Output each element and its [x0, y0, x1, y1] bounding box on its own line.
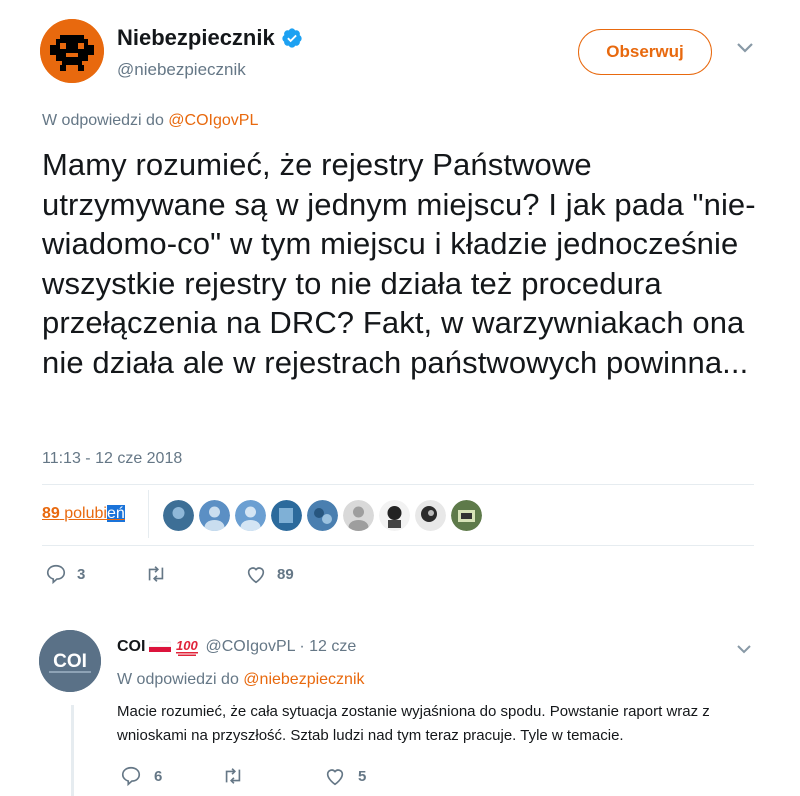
- svg-text:100: 100: [176, 638, 198, 653]
- reply-action[interactable]: 6: [120, 765, 222, 787]
- space-invader-logo-icon: [40, 19, 104, 83]
- poland-flag-icon: [149, 641, 172, 652]
- verified-badge-icon: [282, 28, 302, 48]
- author-handle[interactable]: @niebezpiecznik: [117, 60, 246, 80]
- retweet-action[interactable]: [145, 563, 245, 585]
- reply-author-header: COI 100 @COIgovPL · 12 cze: [117, 638, 356, 656]
- divider: [148, 490, 149, 538]
- likes-count: 89: [42, 505, 60, 522]
- likes-word-selected: eń: [106, 505, 125, 522]
- likers-avatars: [163, 500, 482, 531]
- retweet-icon: [225, 768, 241, 784]
- thread-line: [71, 705, 74, 796]
- reply-to-link[interactable]: @COIgovPL: [168, 112, 258, 129]
- reply-author-avatar[interactable]: COI: [39, 630, 101, 692]
- retweet-action[interactable]: [222, 765, 324, 787]
- liker-avatar[interactable]: [415, 500, 446, 531]
- author-avatar[interactable]: [40, 19, 104, 83]
- liker-avatar[interactable]: [163, 500, 194, 531]
- reply-actions: 6 5: [120, 765, 366, 787]
- hundred-points-icon: 100: [176, 638, 199, 656]
- reply-text: Macie rozumieć, że cała sytuacja zostani…: [117, 703, 710, 744]
- liker-avatar[interactable]: [199, 500, 230, 531]
- reply-context: W odpowiedzi do @niebezpiecznik: [117, 671, 365, 689]
- reply-icon: [46, 564, 66, 585]
- divider: [42, 545, 754, 546]
- liker-avatar[interactable]: [271, 500, 302, 531]
- reply-to-link[interactable]: @niebezpiecznik: [243, 671, 364, 688]
- reply-prefix: W odpowiedzi do: [117, 671, 239, 688]
- tweet-timestamp[interactable]: 11:13 - 12 cze 2018: [42, 450, 182, 468]
- liker-avatar[interactable]: [307, 500, 338, 531]
- author-name-text[interactable]: Niebezpiecznik: [117, 25, 275, 51]
- liker-avatar[interactable]: [451, 500, 482, 531]
- liker-avatar[interactable]: [235, 500, 266, 531]
- liker-avatar[interactable]: [379, 500, 410, 531]
- reply-count: 3: [77, 565, 86, 583]
- author-name[interactable]: Niebezpiecznik: [117, 25, 303, 51]
- reply-context: W odpowiedzi do @COIgovPL: [42, 112, 258, 130]
- chevron-down-icon[interactable]: [736, 41, 754, 55]
- coi-logo-text: COI: [53, 651, 87, 672]
- like-count: 89: [277, 565, 294, 583]
- like-action[interactable]: 5: [324, 765, 366, 787]
- likes-word: polubi: [64, 505, 107, 522]
- follow-button[interactable]: Obserwuj: [578, 29, 712, 75]
- tweet-text: Mamy rozumieć, że rejestry Państwowe utr…: [42, 147, 756, 380]
- reply-author-name[interactable]: COI: [117, 638, 145, 656]
- reply-action[interactable]: 3: [45, 563, 145, 585]
- tweet-actions: 3 89: [45, 563, 294, 585]
- heart-icon: [326, 769, 344, 786]
- reply-handle-date[interactable]: @COIgovPL · 12 cze: [205, 638, 356, 656]
- likes-count-link[interactable]: 89 polubień: [42, 505, 125, 523]
- reply-icon: [121, 766, 141, 787]
- reply-count: 6: [154, 767, 163, 785]
- reply-prefix: W odpowiedzi do: [42, 112, 164, 129]
- divider: [42, 484, 754, 485]
- coi-logo-icon: COI: [39, 630, 101, 692]
- liker-avatar[interactable]: [343, 500, 374, 531]
- heart-icon: [247, 567, 265, 584]
- chevron-down-icon[interactable]: [736, 643, 752, 655]
- like-count: 5: [358, 767, 367, 785]
- like-action[interactable]: 89: [245, 563, 294, 585]
- retweet-icon: [148, 566, 164, 582]
